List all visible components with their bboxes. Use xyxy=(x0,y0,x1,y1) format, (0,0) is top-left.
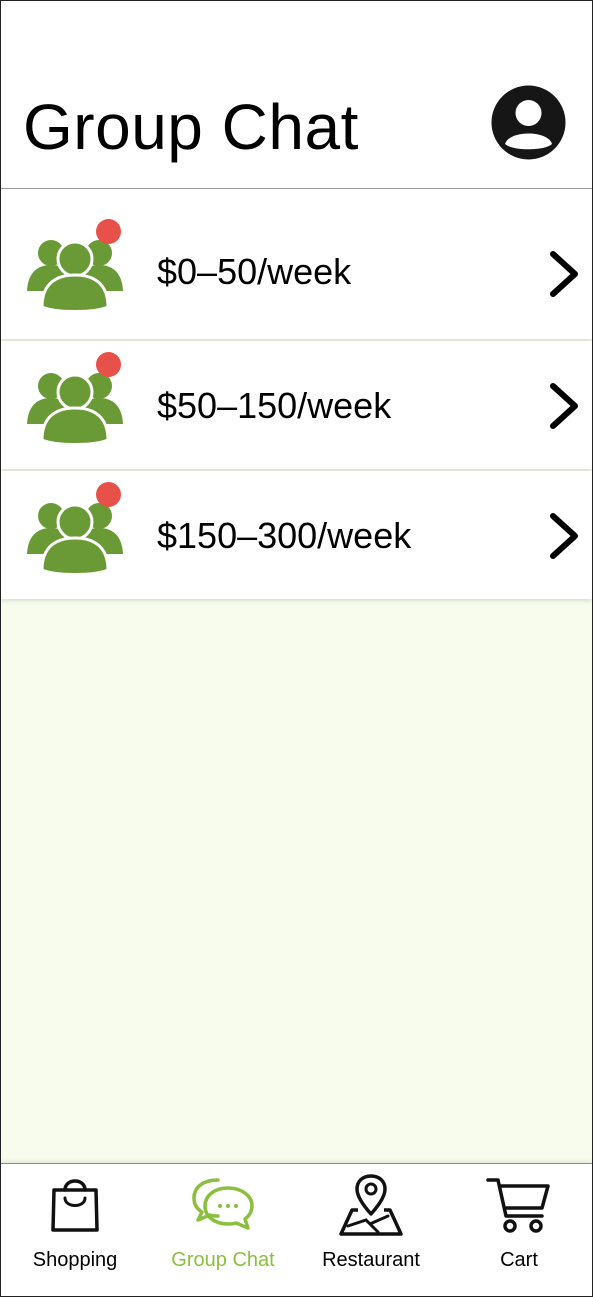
chat-item-label: $0–50/week xyxy=(157,251,352,292)
map-pin-icon xyxy=(339,1174,403,1236)
chat-item-label: $150–300/week xyxy=(157,515,412,556)
unread-badge xyxy=(96,352,121,377)
unread-badge xyxy=(96,482,121,507)
chat-list: $0–50/week $50–150/week $150–300/week xyxy=(1,189,592,599)
chat-item-label: $50–150/week xyxy=(157,385,392,426)
bottom-tab-bar: Shopping Group Chat Restaurant Cart xyxy=(1,1163,592,1296)
chevron-right-icon xyxy=(545,511,581,561)
app-screen: Group Chat $0–50/week $50–150/week $150–… xyxy=(0,0,593,1297)
tab-group-chat[interactable]: Group Chat xyxy=(149,1164,297,1296)
cart-icon xyxy=(486,1178,550,1233)
tab-shopping[interactable]: Shopping xyxy=(1,1164,149,1296)
tab-cart[interactable]: Cart xyxy=(445,1164,592,1296)
unread-badge xyxy=(96,219,121,244)
chat-item[interactable]: $0–50/week xyxy=(1,189,592,339)
tab-label: Shopping xyxy=(32,1249,118,1271)
user-circle-icon[interactable] xyxy=(491,85,566,160)
tab-label: Group Chat xyxy=(171,1249,275,1271)
header: Group Chat xyxy=(1,1,592,189)
shopping-bag-icon xyxy=(51,1179,99,1232)
chat-item[interactable]: $150–300/week xyxy=(1,471,592,599)
page-title: Group Chat xyxy=(23,91,359,163)
chat-bubbles-icon xyxy=(192,1178,254,1230)
chat-item[interactable]: $50–150/week xyxy=(1,341,592,469)
tab-label: Cart xyxy=(500,1249,538,1271)
tab-label: Restaurant xyxy=(322,1249,420,1271)
tab-restaurant[interactable]: Restaurant xyxy=(297,1164,445,1296)
chevron-right-icon xyxy=(545,249,581,299)
chevron-right-icon xyxy=(545,381,581,431)
